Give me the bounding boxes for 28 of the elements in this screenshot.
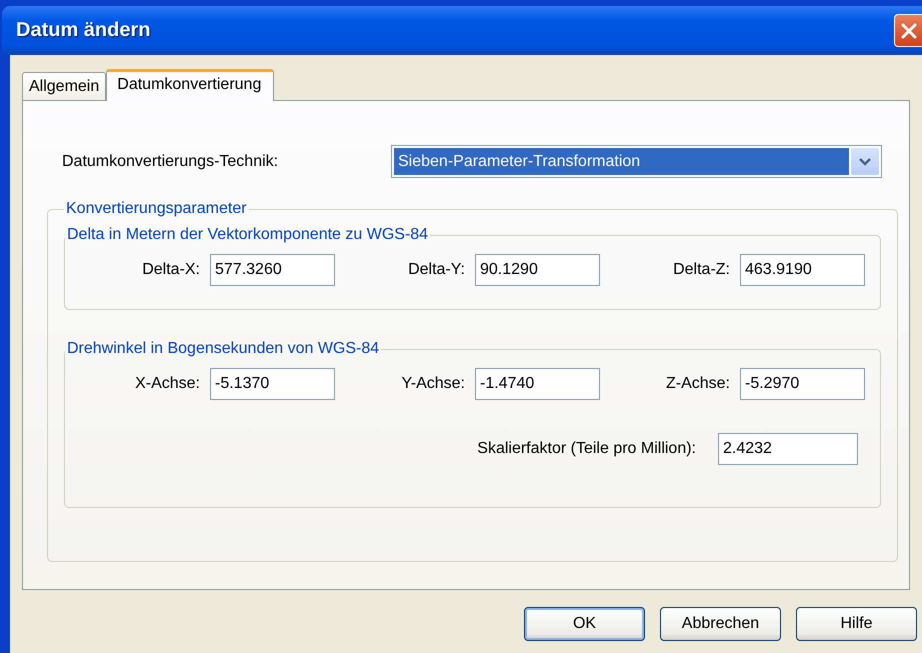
input-field[interactable]: 90.1290 <box>475 254 600 286</box>
group-title: Drehwinkel in Bogensekunden von WGS-84 <box>66 340 380 358</box>
field-label: X-Achse: <box>134 375 200 393</box>
field-label: Delta-X: <box>141 261 200 279</box>
dialog-button[interactable]: OK <box>524 607 645 641</box>
group-title: Delta in Metern der Vektorkomponente zu WGS-84 <box>66 226 430 244</box>
input-field[interactable]: -5.1370 <box>210 368 335 400</box>
input-field[interactable]: -5.2970 <box>740 368 865 400</box>
close-icon <box>899 20 919 40</box>
group-title: Konvertierungsparameter <box>65 200 248 218</box>
field-label: Datumkonvertierungs-Technik: <box>61 152 280 170</box>
dialog-button[interactable]: Hilfe <box>796 607 917 641</box>
field-label: Delta-Y: <box>407 261 465 279</box>
field-label: Y-Achse: <box>400 375 465 393</box>
field-label: Z-Achse: <box>664 375 730 393</box>
input-field[interactable]: -1.4740 <box>475 368 600 400</box>
dropdown-field[interactable]: Sieben-Parameter-Transformation <box>391 145 882 178</box>
close-button[interactable] <box>894 14 922 47</box>
field-label: Delta-Z: <box>672 261 730 279</box>
tab[interactable]: Datumkonvertierung <box>106 69 274 101</box>
window-title: Datum ändern <box>16 19 150 42</box>
dialog-button[interactable]: Abbrechen <box>660 607 781 641</box>
input-field[interactable]: 577.3260 <box>210 254 335 286</box>
input-field[interactable]: 463.9190 <box>740 254 865 286</box>
tab[interactable]: Allgemein <box>22 72 106 100</box>
field-label: Skalierfaktor (Teile pro Million): <box>477 440 696 458</box>
chevron-down-icon[interactable] <box>851 148 879 175</box>
input-field[interactable]: 2.4232 <box>718 433 858 465</box>
